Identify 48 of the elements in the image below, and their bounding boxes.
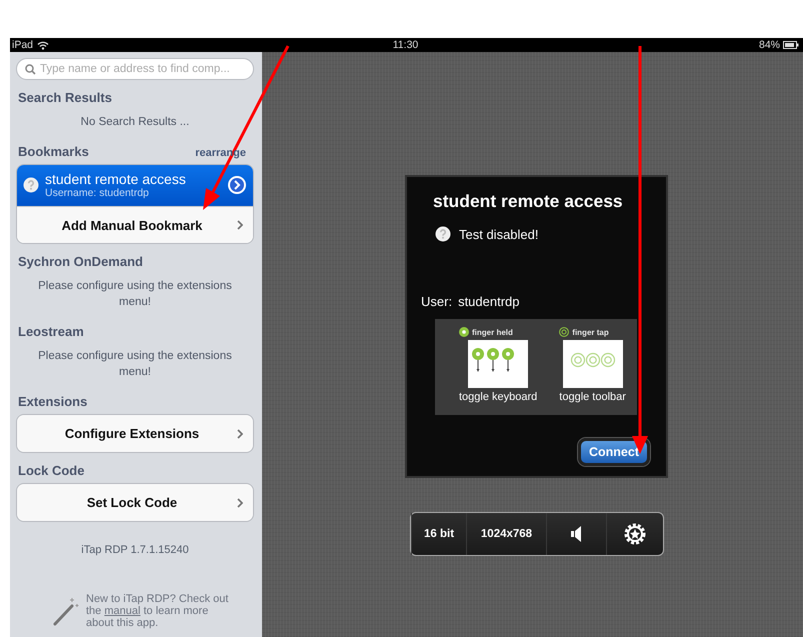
question-icon xyxy=(435,226,451,242)
menu-row[interactable]: Add Manual Bookmark xyxy=(17,206,253,243)
toolbar-label[interactable]: 16 bit xyxy=(424,528,454,540)
bookmark-row[interactable]: student remote access Username: studentrdp xyxy=(17,165,253,206)
clock-time: 11:30 xyxy=(392,39,418,51)
chevron-icon xyxy=(237,428,243,438)
user-value: studentrdp xyxy=(458,294,520,309)
dialog-title: student remote access xyxy=(433,191,624,212)
section-title: Search Results xyxy=(18,90,112,105)
search-icon xyxy=(25,64,36,74)
user-label: User: xyxy=(421,294,452,309)
section-title: Lock Code xyxy=(18,463,84,478)
wifi-icon xyxy=(37,40,50,50)
connect-button[interactable]: Connect xyxy=(578,438,650,466)
help-text: New to iTap RDP? Check out the manual to learn more about this app. xyxy=(86,593,230,629)
section-title: Sychron OnDemand xyxy=(18,254,143,269)
status-text: Test disabled! xyxy=(459,226,538,242)
gesture-hint: finger tap xyxy=(572,328,609,336)
empty-message: No Search Results ... xyxy=(80,115,190,130)
chevron-icon xyxy=(237,498,243,508)
empty-message: Please configure using the extensions menu! xyxy=(37,279,233,310)
magic-wand-icon xyxy=(52,596,80,626)
three-taps-drawing xyxy=(562,340,623,388)
empty-message: Please configure using the extensions menu! xyxy=(37,349,233,380)
disclosure-icon[interactable] xyxy=(227,175,247,195)
bookmark-username: Username: studentrdp xyxy=(45,187,150,199)
gesture-caption: toggle keyboard xyxy=(459,391,538,403)
settings-icon[interactable] xyxy=(622,522,647,546)
search-field[interactable]: Type name or address to find comp... xyxy=(16,58,254,80)
section-title: Extensions xyxy=(18,394,88,409)
three-fingers-drawing xyxy=(468,340,528,388)
gesture-caption: toggle toolbar xyxy=(559,391,626,403)
speaker-icon[interactable] xyxy=(571,526,582,542)
chevron-icon xyxy=(237,220,243,230)
battery-icon xyxy=(783,41,799,49)
gesture-hint: finger held xyxy=(472,328,513,336)
battery-percent: 84% xyxy=(758,39,780,51)
menu-row[interactable]: Configure Extensions xyxy=(17,415,253,452)
section-title: Leostream xyxy=(18,324,84,339)
version-text: iTap RDP 1.7.1.15240 xyxy=(80,544,190,556)
toolbar-label[interactable]: 1024x768 xyxy=(480,528,532,540)
menu-row[interactable]: Set Lock Code xyxy=(17,484,253,521)
device-name: iPad xyxy=(12,39,34,51)
finger-held-icon xyxy=(459,327,469,337)
section-title: Bookmarks xyxy=(18,144,89,159)
finger-tap-icon xyxy=(559,327,570,337)
question-icon xyxy=(23,177,39,193)
bookmark-title: student remote access xyxy=(45,171,187,187)
